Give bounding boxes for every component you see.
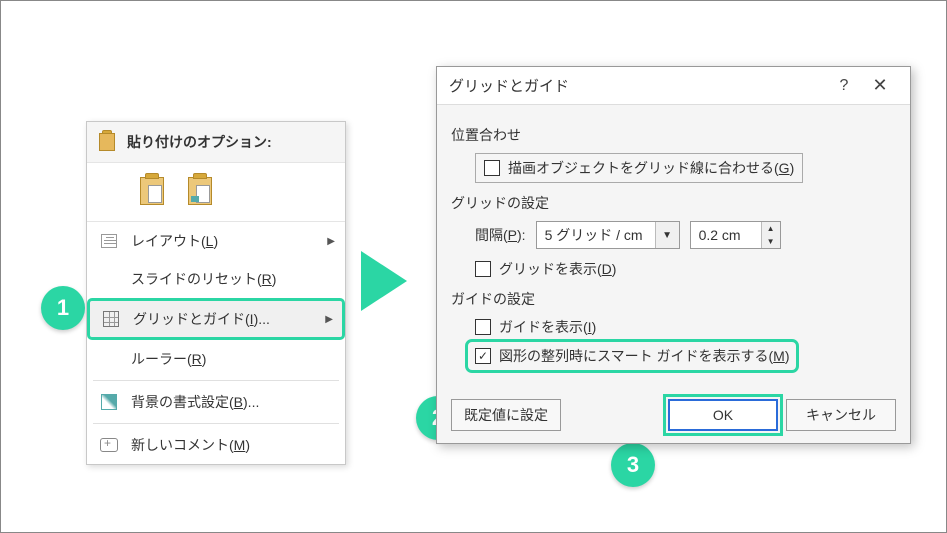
- grid-spacing-combo[interactable]: 5 グリッド / cm ▼: [536, 221, 680, 249]
- set-default-button[interactable]: 既定値に設定: [451, 399, 561, 431]
- spin-up-icon[interactable]: ▲: [762, 222, 780, 235]
- button-label: キャンセル: [806, 405, 876, 425]
- ok-button[interactable]: OK: [668, 399, 778, 431]
- menu-item-format-background[interactable]: 背景の書式設定(B)...: [87, 383, 345, 421]
- grid-spacing-spin[interactable]: 0.2 cm ▲▼: [690, 221, 781, 249]
- menu-item-grid-and-guides[interactable]: グリッドとガイド(I)... ▶: [89, 300, 343, 338]
- chevron-down-icon: ▼: [655, 222, 679, 248]
- button-label: OK: [713, 407, 733, 423]
- layout-icon: [101, 234, 117, 248]
- badge-number: 3: [627, 452, 639, 478]
- menu-label: 新しいコメント(M): [131, 435, 335, 455]
- menu-label: スライドのリセット(R): [131, 269, 335, 289]
- cancel-button[interactable]: キャンセル: [786, 399, 896, 431]
- checkbox-label: 描画オブジェクトをグリッド線に合わせる(G): [508, 158, 794, 178]
- badge-number: 1: [57, 295, 69, 321]
- spacing-label: 間隔(P):: [475, 225, 526, 245]
- chevron-right-icon: ▶: [325, 314, 333, 325]
- spin-down-icon[interactable]: ▼: [762, 235, 780, 248]
- menu-label: ルーラー(R): [131, 349, 335, 369]
- section-align-label: 位置合わせ: [451, 125, 896, 145]
- menu-item-ruler[interactable]: ルーラー(R): [87, 340, 345, 378]
- menu-item-reset-slide[interactable]: スライドのリセット(R): [87, 260, 345, 298]
- menu-item-layout[interactable]: レイアウト(L) ▶: [87, 222, 345, 260]
- checkbox-show-grid[interactable]: グリッドを表示(D): [475, 259, 896, 279]
- context-menu: 貼り付けのオプション: レイアウト(L) ▶ スライドのリセット(R) グリッド…: [86, 121, 346, 465]
- context-menu-header: 貼り付けのオプション:: [87, 122, 345, 163]
- dialog-footer: 既定値に設定 OK キャンセル: [437, 387, 910, 443]
- checkbox-icon: ✓: [475, 348, 491, 364]
- paste-picture-icon[interactable]: [185, 173, 215, 209]
- section-guide-label: ガイドの設定: [451, 289, 896, 309]
- clipboard-icon: [97, 130, 117, 154]
- pointer-arrow-icon: [361, 251, 407, 311]
- help-button[interactable]: ?: [826, 77, 862, 95]
- dialog-body: 位置合わせ 描画オブジェクトをグリッド線に合わせる(G) グリッドの設定 間隔(…: [437, 105, 910, 387]
- close-button[interactable]: ✕: [862, 75, 898, 96]
- checkbox-icon: [475, 261, 491, 277]
- checkbox-snap-to-grid[interactable]: 描画オブジェクトをグリッド線に合わせる(G): [475, 153, 803, 183]
- menu-item-new-comment[interactable]: 新しいコメント(M): [87, 426, 345, 464]
- grid-icon: [103, 311, 119, 327]
- checkbox-label: ガイドを表示(I): [499, 317, 596, 337]
- grid-spacing-row: 間隔(P): 5 グリッド / cm ▼ 0.2 cm ▲▼: [475, 221, 896, 249]
- grid-and-guides-dialog: グリッドとガイド ? ✕ 位置合わせ 描画オブジェクトをグリッド線に合わせる(G…: [436, 66, 911, 444]
- checkbox-show-guide[interactable]: ガイドを表示(I): [475, 317, 896, 337]
- context-menu-title: 貼り付けのオプション:: [127, 132, 272, 152]
- spin-value: 0.2 cm: [691, 227, 761, 243]
- menu-label: レイアウト(L): [131, 231, 315, 251]
- menu-label: グリッドとガイド(I)...: [133, 309, 313, 329]
- chevron-right-icon: ▶: [327, 236, 335, 247]
- paste-keep-source-icon[interactable]: [137, 173, 167, 209]
- callout-badge-3: 3: [611, 443, 655, 487]
- format-background-icon: [101, 394, 117, 410]
- checkbox-icon: [475, 319, 491, 335]
- combo-value: 5 グリッド / cm: [537, 225, 655, 245]
- checkbox-icon: [484, 160, 500, 176]
- section-grid-label: グリッドの設定: [451, 193, 896, 213]
- button-label: 既定値に設定: [464, 405, 548, 425]
- comment-icon: [100, 438, 118, 452]
- menu-separator: [93, 380, 339, 381]
- checkbox-label: グリッドを表示(D): [499, 259, 616, 279]
- paste-options-row: [87, 163, 345, 222]
- dialog-titlebar: グリッドとガイド ? ✕: [437, 67, 910, 105]
- dialog-title: グリッドとガイド: [449, 75, 826, 96]
- callout-badge-1: 1: [41, 286, 85, 330]
- checkbox-label: 図形の整列時にスマート ガイドを表示する(M): [499, 346, 789, 366]
- checkbox-smart-guide[interactable]: ✓ 図形の整列時にスマート ガイドを表示する(M): [469, 343, 795, 369]
- checkbox-smart-guide-row: ✓ 図形の整列時にスマート ガイドを表示する(M): [469, 343, 896, 369]
- menu-label: 背景の書式設定(B)...: [131, 392, 335, 412]
- menu-separator: [93, 423, 339, 424]
